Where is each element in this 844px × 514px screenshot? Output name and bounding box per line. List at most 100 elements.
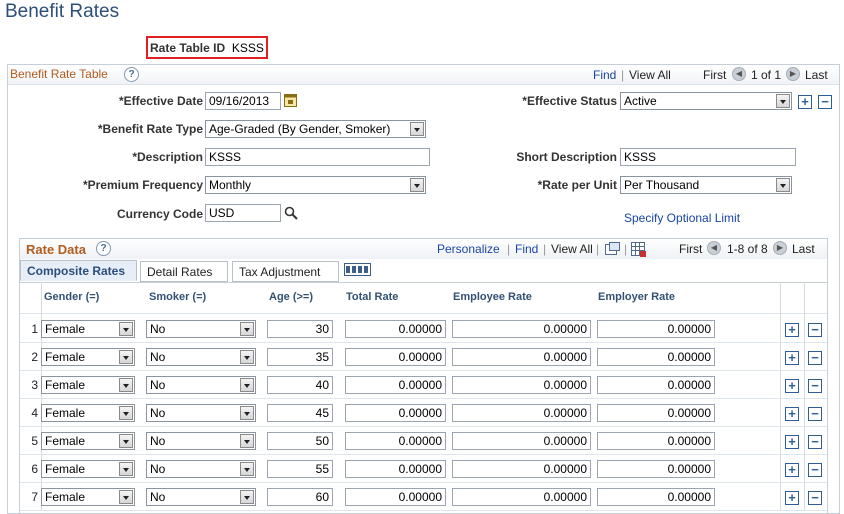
add-row-button[interactable]: +: [785, 379, 799, 393]
delete-row-button[interactable]: −: [808, 407, 822, 421]
rate-per-unit-select[interactable]: Per Thousand: [620, 176, 792, 194]
smoker-select[interactable]: No: [146, 320, 256, 338]
employer-rate-input[interactable]: 0.00000: [597, 320, 715, 338]
age-input[interactable]: 60: [267, 488, 333, 506]
dropdown-arrow-icon[interactable]: [240, 462, 254, 476]
dropdown-arrow-icon[interactable]: [776, 178, 790, 192]
age-input[interactable]: 50: [267, 432, 333, 450]
calendar-icon[interactable]: [284, 93, 297, 107]
tab-composite-rates[interactable]: Composite Rates: [20, 260, 137, 281]
employee-rate-input[interactable]: 0.00000: [452, 404, 591, 422]
employer-rate-input[interactable]: 0.00000: [597, 432, 715, 450]
employee-rate-input[interactable]: 0.00000: [452, 488, 591, 506]
dropdown-arrow-icon[interactable]: [240, 350, 254, 364]
add-row-button[interactable]: +: [785, 351, 799, 365]
tab-detail-rates[interactable]: Detail Rates: [140, 261, 228, 282]
total-rate-input[interactable]: 0.00000: [345, 460, 446, 478]
premium-frequency-select[interactable]: Monthly: [205, 176, 426, 194]
currency-code-input[interactable]: USD: [205, 204, 281, 222]
dropdown-arrow-icon[interactable]: [119, 350, 133, 364]
column-header-gender[interactable]: Gender (=): [44, 291, 99, 303]
employer-rate-input[interactable]: 0.00000: [597, 404, 715, 422]
column-header-total-rate[interactable]: Total Rate: [346, 291, 398, 303]
delete-row-button[interactable]: −: [808, 435, 822, 449]
delete-row-button[interactable]: −: [808, 379, 822, 393]
smoker-select[interactable]: No: [146, 432, 256, 450]
help-icon[interactable]: ?: [124, 67, 139, 82]
add-row-button[interactable]: +: [785, 407, 799, 421]
smoker-select[interactable]: No: [146, 460, 256, 478]
age-input[interactable]: 40: [267, 376, 333, 394]
employer-rate-input[interactable]: 0.00000: [597, 348, 715, 366]
tab-tax-adjustment[interactable]: Tax Adjustment: [232, 261, 339, 282]
dropdown-arrow-icon[interactable]: [240, 434, 254, 448]
dropdown-arrow-icon[interactable]: [240, 322, 254, 336]
delete-row-button[interactable]: −: [808, 351, 822, 365]
download-grid-icon[interactable]: [631, 242, 647, 257]
dropdown-arrow-icon[interactable]: [119, 322, 133, 336]
column-header-employer-rate[interactable]: Employer Rate: [598, 291, 675, 303]
employee-rate-input[interactable]: 0.00000: [452, 348, 591, 366]
column-header-age[interactable]: Age (>=): [269, 291, 313, 303]
employer-rate-input[interactable]: 0.00000: [597, 460, 715, 478]
delete-row-button[interactable]: −: [808, 491, 822, 505]
show-all-columns-icon[interactable]: [344, 263, 372, 277]
smoker-select[interactable]: No: [146, 348, 256, 366]
delete-row-button[interactable]: −: [808, 323, 822, 337]
next-arrow-icon[interactable]: ▶: [773, 241, 787, 255]
gender-select[interactable]: Female: [41, 348, 135, 366]
zoom-icon[interactable]: [605, 242, 620, 256]
smoker-select[interactable]: No: [146, 488, 256, 506]
dropdown-arrow-icon[interactable]: [119, 378, 133, 392]
gender-select[interactable]: Female: [41, 460, 135, 478]
add-row-button[interactable]: +: [785, 463, 799, 477]
total-rate-input[interactable]: 0.00000: [345, 348, 446, 366]
view-all-link[interactable]: View All: [629, 68, 671, 82]
gender-select[interactable]: Female: [41, 488, 135, 506]
age-input[interactable]: 45: [267, 404, 333, 422]
employer-rate-input[interactable]: 0.00000: [597, 488, 715, 506]
previous-arrow-icon[interactable]: ◀: [732, 67, 746, 81]
short-description-input[interactable]: KSSS: [620, 148, 796, 166]
specify-optional-limit-link[interactable]: Specify Optional Limit: [624, 211, 740, 225]
effective-status-select[interactable]: Active: [620, 92, 792, 110]
previous-arrow-icon[interactable]: ◀: [707, 241, 721, 255]
employer-rate-input[interactable]: 0.00000: [597, 376, 715, 394]
next-arrow-icon[interactable]: ▶: [786, 67, 800, 81]
dropdown-arrow-icon[interactable]: [240, 378, 254, 392]
age-input[interactable]: 30: [267, 320, 333, 338]
total-rate-input[interactable]: 0.00000: [345, 320, 446, 338]
gender-select[interactable]: Female: [41, 320, 135, 338]
add-row-button[interactable]: +: [785, 435, 799, 449]
total-rate-input[interactable]: 0.00000: [345, 376, 446, 394]
dropdown-arrow-icon[interactable]: [240, 490, 254, 504]
total-rate-input[interactable]: 0.00000: [345, 404, 446, 422]
smoker-select[interactable]: No: [146, 376, 256, 394]
personalize-link[interactable]: Personalize: [437, 242, 500, 256]
gender-select[interactable]: Female: [41, 404, 135, 422]
gender-select[interactable]: Female: [41, 376, 135, 394]
help-icon[interactable]: ?: [96, 241, 111, 256]
dropdown-arrow-icon[interactable]: [410, 178, 424, 192]
dropdown-arrow-icon[interactable]: [119, 406, 133, 420]
find-link[interactable]: Find: [515, 242, 538, 256]
gender-select[interactable]: Female: [41, 432, 135, 450]
age-input[interactable]: 35: [267, 348, 333, 366]
dropdown-arrow-icon[interactable]: [776, 94, 790, 108]
dropdown-arrow-icon[interactable]: [119, 490, 133, 504]
age-input[interactable]: 55: [267, 460, 333, 478]
smoker-select[interactable]: No: [146, 404, 256, 422]
total-rate-input[interactable]: 0.00000: [345, 432, 446, 450]
delete-row-button[interactable]: −: [818, 95, 832, 109]
total-rate-input[interactable]: 0.00000: [345, 488, 446, 506]
column-header-smoker[interactable]: Smoker (=): [149, 291, 206, 303]
dropdown-arrow-icon[interactable]: [119, 434, 133, 448]
employee-rate-input[interactable]: 0.00000: [452, 432, 591, 450]
add-row-button[interactable]: +: [785, 491, 799, 505]
add-row-button[interactable]: +: [785, 323, 799, 337]
benefit-rate-type-select[interactable]: Age-Graded (By Gender, Smoker): [205, 120, 426, 138]
employee-rate-input[interactable]: 0.00000: [452, 460, 591, 478]
employee-rate-input[interactable]: 0.00000: [452, 320, 591, 338]
add-row-button[interactable]: +: [798, 95, 812, 109]
effective-date-input[interactable]: 09/16/2013: [205, 92, 281, 110]
